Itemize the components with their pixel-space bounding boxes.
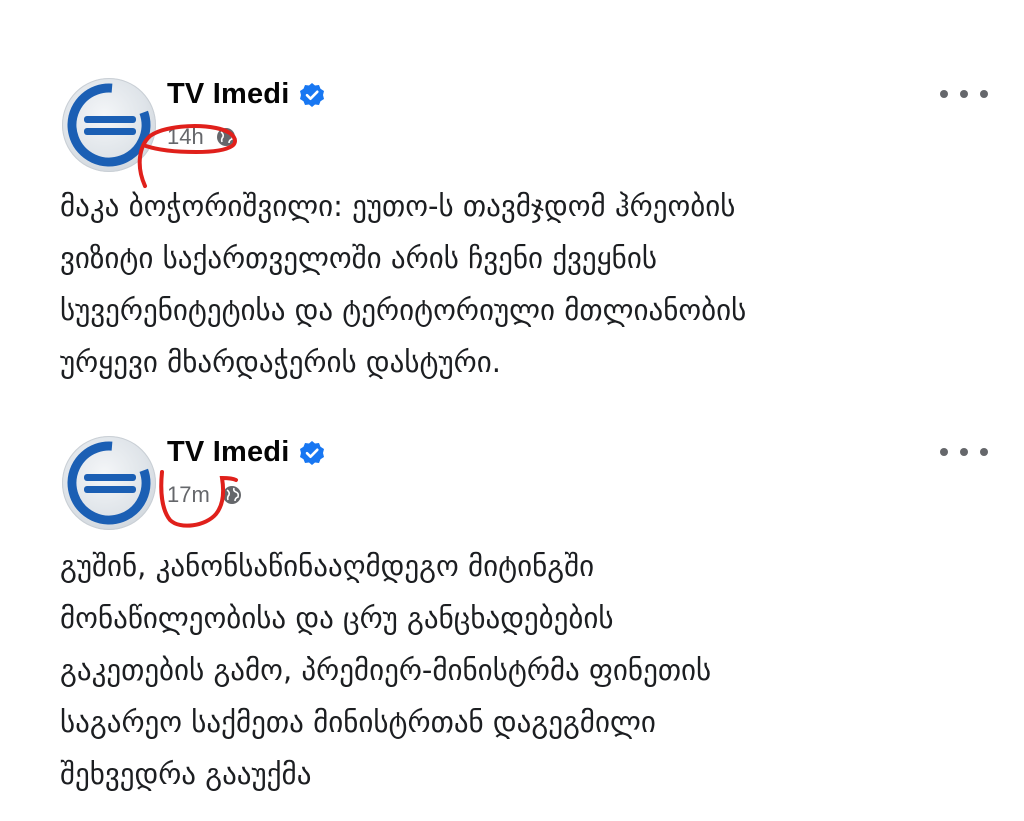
post-text-line: ვიზიტი საქართველოში არის ჩვენი ქვეყნის [60,241,657,275]
more-options-icon [980,90,988,98]
post-body: მაკა ბოჭორიშვილი: ეუთო-ს თავმჯდომ ჰრეობი… [60,180,980,388]
page-avatar[interactable] [62,436,156,530]
post-body: გუშინ, კანონსაწინააღმდეგო მიტინგში მონაწ… [60,540,980,800]
post-text-line: გუშინ, კანონსაწინააღმდეგო მიტინგში [60,549,595,583]
page-avatar[interactable] [62,78,156,172]
post-timestamp[interactable]: 17m [167,482,210,508]
post-text-line: სუვერენიტეტისა და ტერიტორიული მთლიანობის [60,293,747,327]
author-name[interactable]: TV Imedi [167,78,289,111]
verified-badge-icon [299,82,325,108]
post-text-line: გაკეთების გამო, პრემიერ-მინისტრმა ფინეთი… [60,653,712,687]
more-options-icon [960,448,968,456]
more-options-button[interactable] [940,82,988,106]
author-row: TV Imedi [167,78,325,111]
post-text-line: მაკა ბოჭორიშვილი: ეუთო-ს თავმჯდომ ჰრეობი… [60,189,736,223]
post-text-line: ურყევი მხარდაჭერის დასტური. [60,345,501,379]
post-text-line: შეხვედრა გააუქმა [60,757,312,791]
verified-badge-icon [299,440,325,466]
imedi-logo-icon [67,441,151,525]
post-text-line: მონაწილეობისა და ცრუ განცხადებების [60,601,614,635]
more-options-button[interactable] [940,440,988,464]
globe-icon [222,485,242,505]
more-options-icon [940,90,948,98]
author-name[interactable]: TV Imedi [167,436,289,469]
author-row: TV Imedi [167,436,325,469]
imedi-logo-icon [67,83,151,167]
post-meta: 14h [167,124,236,150]
more-options-icon [980,448,988,456]
more-options-icon [960,90,968,98]
more-options-icon [940,448,948,456]
post-meta: 17m [167,482,242,508]
post-timestamp[interactable]: 14h [167,124,204,150]
post-text-line: საგარეო საქმეთა მინისტრთან დაგეგმილი [60,705,656,739]
globe-icon [216,127,236,147]
